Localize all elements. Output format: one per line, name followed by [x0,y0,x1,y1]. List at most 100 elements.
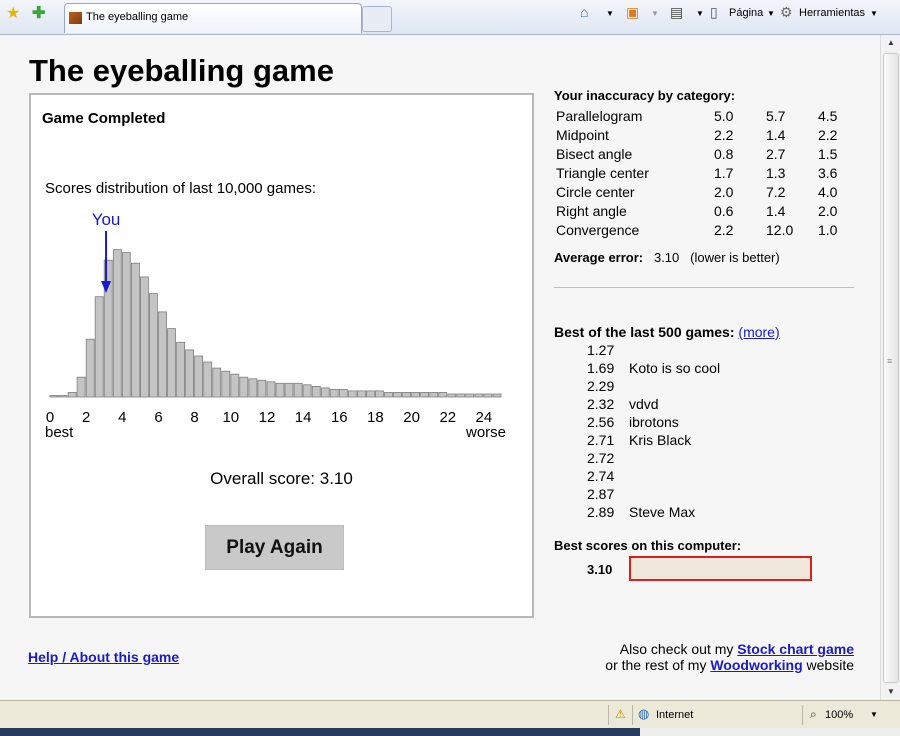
best-score-row: 1.27 [587,341,847,359]
histogram-bar [230,373,240,398]
scroll-up-icon[interactable]: ▲ [884,37,898,49]
print-icon[interactable]: ▤ [670,5,683,19]
histogram-bar [374,390,384,398]
best-score-value: 1.69 [587,360,615,376]
inaccuracy-table: Parallelogram 5.0 5.7 4.5 Midpoint 2.2 1.4 2.2 B… [554,106,870,239]
best-score-value: 2.89 [587,504,615,520]
home-icon[interactable]: ⌂ [580,5,588,19]
histogram-bar [158,311,167,398]
tools-menu[interactable]: Herramientas [799,7,865,19]
more-link[interactable]: (more) [738,324,779,340]
x-tick-label: 8 [190,409,198,426]
inaccuracy-row: Bisect angle 0.8 2.7 1.5 [554,144,870,163]
chevron-down-icon[interactable]: ▼ [606,9,614,18]
histogram-bar [194,355,204,398]
histogram-bar [302,384,312,398]
histogram-bar [365,390,375,398]
best-score-value: 2.74 [587,468,615,484]
average-error-note: (lower is better) [690,250,780,265]
divider [608,705,609,725]
new-tab-button[interactable] [362,6,392,32]
histogram-bar [167,328,176,398]
average-error-label: Average error: [554,250,644,265]
category-value: 2.0 [818,202,838,219]
category-value: 5.7 [766,107,786,124]
histogram-bar [420,391,430,398]
best-score-value: 2.72 [587,450,615,466]
best-score-name: vdvd [629,396,659,412]
x-tick-label: 16 [331,409,348,426]
category-value: 2.2 [714,221,734,238]
chevron-down-icon[interactable]: ▼ [767,9,775,18]
taskbar-edge [0,728,900,736]
zoom-level[interactable]: 100% [825,709,853,721]
histogram-bar [266,381,276,398]
inaccuracy-row: Right angle 0.6 1.4 2.0 [554,201,870,220]
histogram-bar [85,338,95,398]
category-value: 1.4 [766,202,786,219]
histogram-bar [320,387,330,398]
play-again-button[interactable]: Play Again [205,525,344,570]
chevron-down-icon: ▼ [651,9,659,18]
histogram-bar [411,391,421,398]
taskbar-item [640,728,900,736]
feeds-icon[interactable]: ▣ [626,5,639,19]
add-favorite-icon[interactable]: ✚ [32,6,45,22]
histogram-bar [94,296,104,398]
best-score-row: 2.71 Kris Black [587,431,847,449]
x-tick-label: 10 [222,409,239,426]
inaccuracy-row: Midpoint 2.2 1.4 2.2 [554,125,870,144]
best-score-row: 2.89 Steve Max [587,503,847,521]
chevron-down-icon[interactable]: ▼ [870,710,878,719]
histogram-bar [112,249,122,398]
name-input[interactable] [629,556,812,581]
chevron-down-icon[interactable]: ▼ [696,9,704,18]
category-name: Bisect angle [556,145,633,162]
best-score-row: 2.56 ibrotons [587,413,847,431]
protected-mode-icon: ⚠ [615,707,626,721]
gear-icon: ⚙ [780,4,793,20]
inaccuracy-title: Your inaccuracy by category: [554,88,736,103]
vertical-scrollbar[interactable]: ▲ ≡ ▼ [880,35,900,700]
histogram-bar [275,382,285,398]
histogram-bar [212,367,222,398]
globe-icon: ◍ [638,706,650,721]
best-score-name: Koto is so cool [629,360,721,376]
best-score-name: ibrotons [629,414,679,430]
woodworking-link[interactable]: Woodworking [710,657,802,673]
tab-eyeballing-game[interactable]: The eyeballing game [64,3,362,33]
zoom-icon: ⌕ [810,707,817,721]
x-tick-label: 12 [259,409,276,426]
you-marker-label: You [92,210,121,229]
histogram-bar [429,391,439,398]
histogram-bar [149,293,158,398]
category-value: 1.3 [766,164,786,181]
scroll-down-icon[interactable]: ▼ [884,686,898,698]
best-score-row: 2.32 vdvd [587,395,847,413]
category-name: Right angle [556,202,627,219]
x-tick-label: 18 [367,409,384,426]
histogram-bar [58,395,68,398]
chevron-down-icon[interactable]: ▼ [870,9,878,18]
scroll-thumb[interactable]: ≡ [883,53,899,683]
computer-scores-title: Best scores on this computer: [554,538,742,553]
inaccuracy-row: Parallelogram 5.0 5.7 4.5 [554,106,870,125]
also-check-out-text: Also check out my Stock chart game [620,641,854,657]
computer-score: 3.10 [587,562,613,577]
x-tick-label: 6 [154,409,162,426]
histogram-bar [284,382,294,398]
page-menu[interactable]: Página [729,7,763,19]
stock-chart-game-link[interactable]: Stock chart game [737,641,854,657]
category-name: Parallelogram [556,107,643,124]
histogram-bar [76,376,86,398]
also-text-2: or the rest of my [605,657,707,673]
best-scores-label: Best of the last 500 games: [554,324,735,340]
grip-icon: ≡ [887,356,893,366]
histogram-bar [456,393,466,398]
category-value: 1.5 [818,145,838,162]
help-about-link[interactable]: Help / About this game [28,649,179,665]
favorites-star-icon[interactable]: ★ [6,6,20,22]
best-score-row: 2.72 [587,449,847,467]
category-name: Triangle center [556,164,649,181]
histogram-bar [384,391,393,398]
